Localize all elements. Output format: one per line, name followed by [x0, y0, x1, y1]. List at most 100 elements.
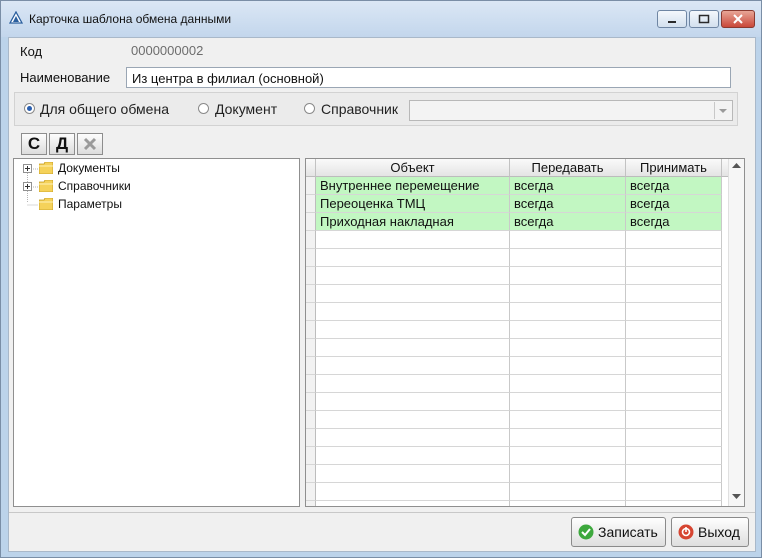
empty-cell	[316, 231, 510, 249]
radio-general[interactable]	[24, 103, 35, 114]
expand-icon[interactable]	[23, 164, 32, 173]
tree-item-documents[interactable]: Документы	[14, 161, 214, 177]
exit-button[interactable]: Выход	[671, 517, 749, 547]
empty-cell	[510, 321, 626, 339]
close-button[interactable]	[721, 10, 755, 28]
directory-combo[interactable]	[409, 100, 733, 121]
radio-general-label[interactable]: Для общего обмена	[40, 101, 169, 117]
combo-dropdown-button[interactable]	[714, 102, 731, 119]
empty-cell	[626, 339, 722, 357]
empty-cell	[626, 429, 722, 447]
empty-cell	[510, 447, 626, 465]
tree-item-directories[interactable]: Справочники	[14, 179, 214, 195]
app-icon	[9, 11, 23, 24]
exchange-type-group: Для общего обмена Документ Справочник	[14, 92, 738, 126]
form-body: Код 0000000002 Наименование Из центра в …	[8, 37, 756, 552]
row-indicator	[306, 267, 316, 285]
empty-cell	[316, 339, 510, 357]
table-cell[interactable]: всегда	[510, 213, 626, 231]
empty-cell	[316, 249, 510, 267]
maximize-icon	[698, 14, 710, 24]
folder-icon	[39, 198, 53, 210]
empty-cell	[316, 465, 510, 483]
table-cell[interactable]: Внутреннее перемещение	[316, 177, 510, 195]
row-indicator	[306, 429, 316, 447]
column-header-receive[interactable]: Принимать	[626, 159, 722, 177]
empty-cell	[510, 465, 626, 483]
empty-cell	[510, 285, 626, 303]
row-indicator	[306, 375, 316, 393]
name-input[interactable]: Из центра в филиал (основной)	[126, 67, 731, 88]
empty-cell	[510, 267, 626, 285]
close-icon	[733, 14, 743, 24]
empty-cell	[626, 393, 722, 411]
name-label: Наименование	[20, 70, 111, 85]
row-indicator	[306, 231, 316, 249]
save-button[interactable]: Записать	[571, 517, 666, 547]
save-button-label: Записать	[598, 524, 658, 540]
row-indicator	[306, 285, 316, 303]
column-header-send[interactable]: Передавать	[510, 159, 626, 177]
empty-cell	[510, 393, 626, 411]
scroll-down-icon[interactable]	[732, 494, 741, 500]
table-cell[interactable]: всегда	[626, 213, 722, 231]
row-indicator	[306, 321, 316, 339]
empty-cell	[316, 267, 510, 285]
maximize-button[interactable]	[689, 10, 719, 28]
create-button[interactable]: С	[21, 133, 47, 155]
chevron-down-icon	[719, 109, 727, 113]
row-indicator	[306, 393, 316, 411]
empty-cell	[626, 231, 722, 249]
title-bar[interactable]: Карточка шаблона обмена данными	[1, 1, 761, 37]
empty-cell	[316, 375, 510, 393]
window-title: Карточка шаблона обмена данными	[29, 12, 232, 26]
folder-icon	[39, 162, 53, 174]
exchange-objects-grid[interactable]: Объект Передавать Принимать Внутреннее п…	[305, 158, 745, 507]
delete-button[interactable]: Д	[49, 133, 75, 155]
folder-icon	[39, 180, 53, 192]
empty-cell	[626, 303, 722, 321]
row-indicator	[306, 357, 316, 375]
row-indicator	[306, 483, 316, 501]
row-indicator[interactable]	[306, 195, 316, 213]
empty-cell	[510, 357, 626, 375]
row-indicator	[306, 501, 316, 506]
expand-icon[interactable]	[23, 182, 32, 191]
radio-directory[interactable]	[304, 103, 315, 114]
row-indicator	[306, 465, 316, 483]
radio-document-label[interactable]: Документ	[215, 101, 277, 117]
row-indicator	[306, 339, 316, 357]
scroll-up-icon[interactable]	[732, 163, 741, 169]
grid-scrollbar[interactable]	[728, 159, 744, 506]
row-indicator[interactable]	[306, 177, 316, 195]
radio-document[interactable]	[198, 103, 209, 114]
kod-label: Код	[20, 44, 43, 59]
row-indicator-header	[306, 159, 316, 177]
empty-cell	[316, 429, 510, 447]
empty-cell	[626, 267, 722, 285]
empty-cell	[316, 357, 510, 375]
table-cell[interactable]: Приходная накладная	[316, 213, 510, 231]
empty-cell	[316, 411, 510, 429]
tree-item-label: Справочники	[58, 179, 131, 193]
empty-cell	[316, 447, 510, 465]
table-cell[interactable]: всегда	[510, 177, 626, 195]
minimize-icon	[668, 21, 676, 23]
table-cell[interactable]: Переоценка ТМЦ	[316, 195, 510, 213]
table-cell[interactable]: всегда	[626, 177, 722, 195]
kod-value: 0000000002	[131, 43, 204, 58]
column-header-object[interactable]: Объект	[316, 159, 510, 177]
empty-cell	[510, 483, 626, 501]
radio-directory-label[interactable]: Справочник	[321, 101, 398, 117]
table-cell[interactable]: всегда	[626, 195, 722, 213]
exit-icon	[678, 524, 694, 540]
row-indicator[interactable]	[306, 213, 316, 231]
table-cell[interactable]: всегда	[510, 195, 626, 213]
tree-item-parameters[interactable]: Параметры	[14, 197, 214, 213]
empty-cell	[510, 429, 626, 447]
minimize-button[interactable]	[657, 10, 687, 28]
empty-cell	[510, 501, 626, 506]
object-tree[interactable]: Документы Справочники Параметры	[13, 158, 300, 507]
clear-button[interactable]	[77, 133, 103, 155]
empty-cell	[510, 375, 626, 393]
